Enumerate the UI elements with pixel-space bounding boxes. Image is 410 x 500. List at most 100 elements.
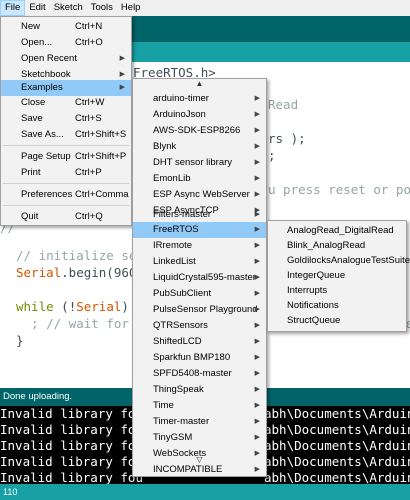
menu-item-example-library[interactable]: DHT sensor library ▶	[133, 155, 266, 171]
menu-item-example-library[interactable]: Timer-master ▶	[133, 414, 266, 430]
submenu-arrow-icon: ▶	[254, 370, 260, 377]
menu-bar: File Edit Sketch Tools Help	[0, 0, 410, 16]
menu-item-sketch[interactable]: Interrupts	[268, 283, 406, 299]
menu-edit[interactable]: Edit	[25, 0, 49, 16]
menu-item-label: EmonLib	[153, 173, 191, 184]
console-line-left: Invalid library fou	[0, 454, 143, 469]
menu-item-save[interactable]: Save Ctrl+S	[1, 111, 131, 127]
console-line-left: Invalid library fou	[0, 438, 143, 453]
menu-item-label: Open Recent	[21, 53, 77, 64]
menu-separator	[3, 145, 129, 146]
submenu-arrow-icon: ▶	[254, 386, 260, 393]
menu-item-label: ShiftedLCD	[153, 336, 202, 347]
menu-item-example-library[interactable]: Filters-master ▶	[133, 207, 266, 223]
menu-item-example-library[interactable]: ESP Async WebServer ▶	[133, 187, 266, 203]
console-line-right: abh\Documents\Arduinc	[264, 470, 410, 484]
submenu-arrow-icon: ▶	[254, 127, 260, 134]
submenu-arrow-icon: ▶	[119, 84, 125, 91]
examples-menu: ▲ arduino-timer ▶ ArduinoJson ▶ AWS-SDK-ES…	[132, 78, 267, 477]
menu-item-shortcut: Ctrl+Shift+P	[75, 151, 127, 162]
menu-item-example-library[interactable]: LinkedList ▶	[133, 254, 266, 270]
code-line: // initialize se	[16, 248, 137, 263]
menu-item-shortcut: Ctrl+S	[75, 113, 102, 124]
menu-item-label: Preferences	[21, 189, 73, 200]
menu-file[interactable]: File	[0, 0, 26, 16]
submenu-arrow-icon: ▶	[254, 175, 260, 182]
menu-item-close[interactable]: Close Ctrl+W	[1, 95, 131, 111]
menu-item-label: Time	[153, 400, 174, 411]
menu-item-label: QTRSensors	[153, 320, 208, 331]
menu-item-example-library[interactable]: ShiftedLCD ▶	[133, 334, 266, 350]
menu-item-preferences[interactable]: Preferences Ctrl+Comma	[1, 187, 131, 203]
menu-item-sketch[interactable]: AnalogRead_DigitalRead	[268, 223, 406, 239]
menu-item-example-library[interactable]: LiquidCrystal595-master ▶	[133, 270, 266, 286]
menu-item-example-library[interactable]: Blynk ▶	[133, 139, 266, 155]
submenu-arrow-icon: ▶	[254, 95, 260, 102]
menu-item-open-recent[interactable]: Open Recent ▶	[1, 51, 131, 67]
console-line-left: Invalid library fou	[0, 406, 143, 421]
submenu-arrow-icon: ▶	[254, 111, 260, 118]
menu-item-example-library[interactable]: EmonLib ▶	[133, 171, 266, 187]
menu-help[interactable]: Help	[117, 0, 145, 16]
menu-item-save-as[interactable]: Save As... Ctrl+Shift+S	[1, 127, 131, 143]
menu-item-page-setup[interactable]: Page Setup Ctrl+Shift+P	[1, 149, 131, 165]
menu-item-examples[interactable]: Examples ▶	[1, 80, 131, 96]
menu-item-label: SPFD5408-master	[153, 368, 232, 379]
submenu-arrow-icon: ▶	[254, 322, 260, 329]
menu-item-example-library[interactable]: AWS-SDK-ESP8266 ▶	[133, 123, 266, 139]
menu-item-example-library[interactable]: PulseSensor Playground ▶	[133, 302, 266, 318]
menu-item-example-library[interactable]: arduino-timer ▶	[133, 91, 266, 107]
menu-item-label: Sparkfun BMP180	[153, 352, 231, 363]
menu-item-label: arduino-timer	[153, 93, 209, 104]
menu-item-sketch[interactable]: Notifications	[268, 298, 406, 314]
menu-item-new[interactable]: New Ctrl+N	[1, 19, 131, 35]
menu-item-label: Close	[21, 97, 46, 108]
menu-item-example-library[interactable]: QTRSensors ▶	[133, 318, 266, 334]
menu-item-label: AWS-SDK-ESP8266	[153, 125, 241, 136]
scroll-up-icon[interactable]: ▲	[133, 79, 266, 88]
menu-item-label: ArduinoJson	[153, 109, 206, 120]
menu-item-label: IRremote	[153, 240, 193, 251]
menu-item-example-library[interactable]: Sparkfun BMP180 ▶	[133, 350, 266, 366]
code-line: ;	[268, 148, 276, 163]
menu-item-label: AnalogRead_DigitalRead	[287, 225, 394, 236]
menu-item-open[interactable]: Open... Ctrl+O	[1, 35, 131, 51]
menu-item-example-library[interactable]: SPFD5408-master ▶	[133, 366, 266, 382]
submenu-arrow-icon: ▶	[254, 434, 260, 441]
menu-item-incompatible[interactable]: INCOMPATIBLE ▶	[133, 462, 266, 478]
code-token: while	[16, 299, 54, 314]
freertos-menu: AnalogRead_DigitalRead Blink_AnalogRead …	[267, 220, 410, 332]
menu-item-freertos[interactable]: FreeRTOS ▶	[133, 222, 266, 238]
menu-item-example-library[interactable]: ThingSpeak ▶	[133, 382, 266, 398]
submenu-arrow-icon: ▶	[254, 418, 260, 425]
code-line: u press reset or pow	[268, 182, 410, 197]
menu-tools[interactable]: Tools	[87, 0, 117, 16]
menu-item-sketch[interactable]: GoldilocksAnalogueTestSuite	[268, 253, 410, 269]
menu-item-example-library[interactable]: TinyGSM ▶	[133, 430, 266, 446]
menu-item-label: ThingSpeak	[153, 384, 204, 395]
menu-item-example-library[interactable]: ArduinoJson ▶	[133, 107, 266, 123]
menu-item-shortcut: Ctrl+Shift+S	[75, 129, 127, 140]
submenu-arrow-icon: ▶	[254, 226, 260, 233]
menu-item-label: INCOMPATIBLE	[153, 464, 223, 475]
board-info-bar: 110	[0, 484, 410, 500]
scroll-down-icon[interactable]: ▽	[132, 455, 267, 464]
menu-separator	[3, 205, 129, 206]
menu-sketch[interactable]: Sketch	[50, 0, 87, 16]
menu-item-quit[interactable]: Quit Ctrl+Q	[1, 209, 131, 225]
submenu-arrow-icon: ▶	[254, 258, 260, 265]
menu-item-sketch[interactable]: StructQueue	[268, 313, 406, 329]
menu-item-sketch[interactable]: IntegerQueue	[268, 268, 406, 284]
menu-item-example-library[interactable]: PubSubClient ▶	[133, 286, 266, 302]
submenu-arrow-icon: ▶	[254, 242, 260, 249]
menu-item-sketch[interactable]: Blink_AnalogRead	[268, 238, 406, 254]
submenu-arrow-icon: ▶	[254, 466, 260, 473]
code-line: }	[16, 333, 24, 348]
menu-item-label: GoldilocksAnalogueTestSuite	[287, 255, 410, 266]
code-token: .begin(960	[61, 265, 137, 280]
menu-item-print[interactable]: Print Ctrl+P	[1, 165, 131, 181]
menu-item-label: Blynk	[153, 141, 177, 152]
menu-item-example-library[interactable]: Time ▶	[133, 398, 266, 414]
menu-item-label: PulseSensor Playground	[153, 304, 258, 315]
menu-item-example-library[interactable]: IRremote ▶	[133, 238, 266, 254]
